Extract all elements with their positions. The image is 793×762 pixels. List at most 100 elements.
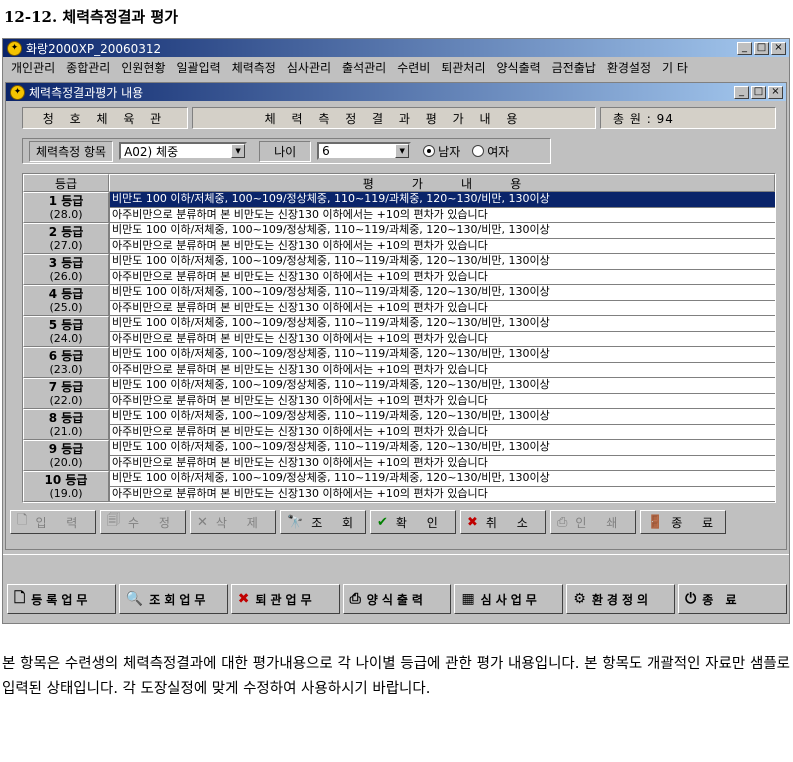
eval-line[interactable]: 아주비만으로 분류하며 본 비만도는 신장130 이하에서는 +10의 편차가 …: [109, 238, 775, 254]
menu-item[interactable]: 양식출력: [493, 59, 548, 76]
retire-task-button[interactable]: ✖ 퇴관업무: [230, 584, 340, 614]
menu-item[interactable]: 체력측정: [228, 59, 283, 76]
chevron-down-icon[interactable]: ▼: [231, 144, 246, 158]
age-select-value: 6: [322, 144, 330, 158]
app-title: 화랑2000XP_20060312: [26, 41, 162, 56]
grade-label: 9 등급: [48, 441, 84, 456]
exit-icon: ⏻: [685, 591, 697, 607]
menu-item[interactable]: 심사관리: [283, 59, 338, 76]
menu-item[interactable]: 금전출납: [548, 59, 603, 76]
eval-line[interactable]: 비만도 100 이하/저체중, 100~109/정상체중, 110~119/과체…: [109, 285, 775, 301]
cancel-icon: ✖: [237, 591, 250, 607]
child-titlebar: ✦ 체력측정결과평가 내용 _ □ ×: [6, 83, 786, 101]
menu-item[interactable]: 환경설정: [603, 59, 658, 76]
eval-line[interactable]: 비만도 100 이하/저체중, 100~109/정상체중, 110~119/과체…: [109, 378, 775, 394]
review-task-button[interactable]: ▦ 심사업무: [454, 584, 564, 614]
grade-cell: 7 등급 (22.0): [23, 378, 109, 409]
table-row[interactable]: 1 등급 (28.0) 비만도 100 이하/저체중, 100~109/정상체중, …: [23, 192, 775, 223]
confirm-button[interactable]: ✔ 확 인: [370, 510, 456, 534]
table-row[interactable]: 7 등급 (22.0) 비만도 100 이하/저체중, 100~109/정상체중, …: [23, 378, 775, 409]
item-select[interactable]: A02) 체중 ▼: [119, 142, 248, 160]
grade-cell: 6 등급 (23.0): [23, 347, 109, 378]
radio-male-label: 남자: [438, 144, 461, 159]
cancel-button[interactable]: ✖ 취 소: [460, 510, 546, 534]
grade-label: 8 등급: [48, 410, 84, 425]
grade-value: (27.0): [49, 238, 83, 252]
eval-text-cell: 비만도 100 이하/저체중, 100~109/정상체중, 110~119/과체…: [109, 440, 775, 471]
age-select[interactable]: 6 ▼: [317, 142, 412, 160]
eval-line[interactable]: 비만도 100 이하/저체중, 100~109/정상체중, 110~119/과체…: [109, 316, 775, 332]
eval-line[interactable]: 비만도 100 이하/저체중, 100~109/정상체중, 110~119/과체…: [109, 223, 775, 239]
exit-task-button[interactable]: ⏻ 종 료: [678, 584, 788, 614]
eval-line[interactable]: 아주비만으로 분류하며 본 비만도는 신장130 이하에서는 +10의 편차가 …: [109, 207, 775, 223]
close-icon[interactable]: ×: [771, 41, 786, 55]
minimize-icon[interactable]: _: [734, 85, 749, 99]
grade-label: 10 등급: [44, 472, 88, 487]
register-task-button[interactable]: 🗋 등록업무: [7, 584, 116, 614]
menu-item[interactable]: 기 타: [658, 59, 695, 76]
eval-line[interactable]: 비만도 100 이하/저체중, 100~109/정상체중, 110~119/과체…: [109, 409, 775, 425]
eval-line[interactable]: 아주비만으로 분류하며 본 비만도는 신장130 이하에서는 +10의 편차가 …: [109, 269, 775, 285]
eval-line[interactable]: 아주비만으로 분류하며 본 비만도는 신장130 이하에서는 +10의 편차가 …: [109, 424, 775, 440]
menu-item[interactable]: 퇴관처리: [437, 59, 492, 76]
menu-item[interactable]: 인원현황: [117, 59, 172, 76]
total-count: 총 원 : 94: [600, 107, 776, 129]
minimize-icon[interactable]: _: [737, 41, 752, 55]
menu-item[interactable]: 일괄입력: [173, 59, 228, 76]
table-row[interactable]: 8 등급 (21.0) 비만도 100 이하/저체중, 100~109/정상체중, …: [23, 409, 775, 440]
table-row[interactable]: 5 등급 (24.0) 비만도 100 이하/저체중, 100~109/정상체중, …: [23, 316, 775, 347]
eval-line[interactable]: 아주비만으로 분류하며 본 비만도는 신장130 이하에서는 +10의 편차가 …: [109, 331, 775, 347]
age-label: 나이: [259, 140, 312, 162]
eval-line[interactable]: 비만도 100 이하/저체중, 100~109/정상체중, 110~119/과체…: [109, 192, 775, 208]
eval-text-cell: 비만도 100 이하/저체중, 100~109/정상체중, 110~119/과체…: [109, 254, 775, 285]
query-button[interactable]: 🔭 조 회: [280, 510, 366, 534]
table-row[interactable]: 9 등급 (20.0) 비만도 100 이하/저체중, 100~109/정상체중, …: [23, 440, 775, 471]
printer-icon: ⎙: [349, 591, 361, 607]
maximize-icon[interactable]: □: [754, 41, 769, 55]
radio-empty-icon: [472, 145, 485, 157]
grade-label: 6 등급: [48, 348, 84, 363]
eval-line[interactable]: 비만도 100 이하/저체중, 100~109/정상체중, 110~119/과체…: [109, 347, 775, 363]
radio-male[interactable]: 남자: [423, 143, 460, 160]
form-output-button[interactable]: ⎙ 양식출력: [342, 584, 452, 614]
table-row[interactable]: 3 등급 (26.0) 비만도 100 이하/저체중, 100~109/정상체중, …: [23, 254, 775, 285]
grade-label: 4 등급: [48, 286, 84, 301]
menu-item[interactable]: 종합관리: [62, 59, 117, 76]
env-settings-button[interactable]: ⚙ 환경정의: [566, 584, 676, 614]
edit-button[interactable]: 🗐 수 정: [100, 510, 186, 534]
eval-line[interactable]: 비만도 100 이하/저체중, 100~109/정상체중, 110~119/과체…: [109, 440, 775, 456]
eval-text-cell: 비만도 100 이하/저체중, 100~109/정상체중, 110~119/과체…: [109, 285, 775, 316]
input-button[interactable]: 🗋 입 력: [10, 510, 96, 534]
chevron-down-icon[interactable]: ▼: [395, 144, 410, 158]
menu-item[interactable]: 출석관리: [338, 59, 393, 76]
close-icon[interactable]: ×: [768, 85, 783, 99]
eval-line[interactable]: 아주비만으로 분류하며 본 비만도는 신장130 이하에서는 +10의 편차가 …: [109, 362, 775, 378]
table-row[interactable]: 6 등급 (23.0) 비만도 100 이하/저체중, 100~109/정상체중, …: [23, 347, 775, 378]
maximize-icon[interactable]: □: [751, 85, 766, 99]
delete-button[interactable]: ✕ 삭 제: [190, 510, 276, 534]
bottom-taskbar: 🗋 등록업무 🔍 조회업무 ✖ 퇴관업무 ⎙ 양식출력 ▦ 심사업무 ⚙ 환경정의 ⏻ 종 료: [7, 584, 788, 614]
eval-line[interactable]: 비만도 100 이하/저체중, 100~109/정상체중, 110~119/과체…: [109, 471, 775, 487]
gym-name: 청 호 체 육 관: [22, 107, 188, 129]
eval-line[interactable]: 아주비만으로 분류하며 본 비만도는 신장130 이하에서는 +10의 편차가 …: [109, 486, 775, 502]
settings-icon: ⚙: [573, 591, 586, 607]
eval-line[interactable]: 아주비만으로 분류하며 본 비만도는 신장130 이하에서는 +10의 편차가 …: [109, 455, 775, 471]
menu-item[interactable]: 수련비: [393, 59, 437, 76]
menu-item[interactable]: 개인관리: [7, 59, 62, 76]
eval-line[interactable]: 아주비만으로 분류하며 본 비만도는 신장130 이하에서는 +10의 편차가 …: [109, 393, 775, 409]
radio-female[interactable]: 여자: [472, 143, 509, 160]
table-row[interactable]: 4 등급 (25.0) 비만도 100 이하/저체중, 100~109/정상체중, …: [23, 285, 775, 316]
print-button[interactable]: ⎙ 인 쇄: [550, 510, 636, 534]
eval-text-cell: 비만도 100 이하/저체중, 100~109/정상체중, 110~119/과체…: [109, 223, 775, 254]
app-titlebar: ✦ 화랑2000XP_20060312 _ □ ×: [3, 39, 789, 57]
calculator-icon: ▦: [461, 591, 475, 607]
eval-text-cell: 비만도 100 이하/저체중, 100~109/정상체중, 110~119/과체…: [109, 409, 775, 440]
query-task-button[interactable]: 🔍 조회업무: [118, 584, 228, 614]
grade-label: 5 등급: [48, 317, 84, 332]
grade-value: (20.0): [49, 455, 83, 469]
table-row[interactable]: 2 등급 (27.0) 비만도 100 이하/저체중, 100~109/정상체중, …: [23, 223, 775, 254]
table-row[interactable]: 10 등급 (19.0) 비만도 100 이하/저체중, 100~109/정상체중,…: [23, 471, 775, 502]
eval-line[interactable]: 아주비만으로 분류하며 본 비만도는 신장130 이하에서는 +10의 편차가 …: [109, 300, 775, 316]
close-button[interactable]: 🚪 종 료: [640, 510, 726, 534]
eval-line[interactable]: 비만도 100 이하/저체중, 100~109/정상체중, 110~119/과체…: [109, 254, 775, 270]
